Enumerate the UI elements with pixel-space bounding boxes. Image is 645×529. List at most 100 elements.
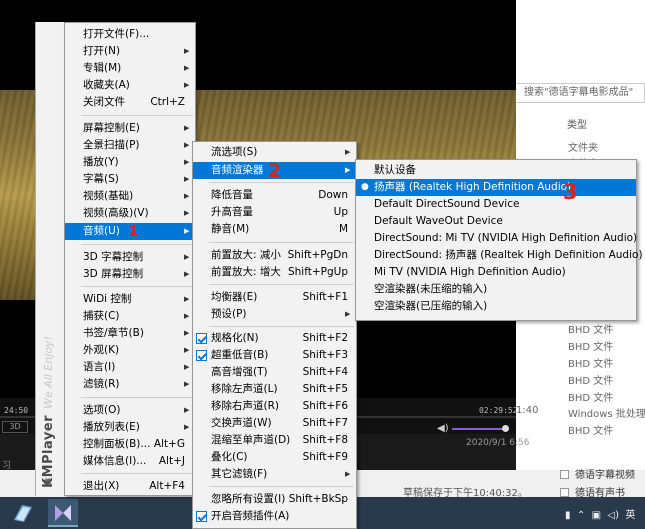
- menu-item-shortcut: Shift+F3: [302, 349, 348, 361]
- volume-icon[interactable]: ◀): [437, 423, 449, 434]
- menu-item-widi-control[interactable]: WiDi 控制 ▶: [65, 291, 195, 308]
- renderer-item-default-directsound[interactable]: Default DirectSound Device: [356, 196, 636, 213]
- menu-item-close-file[interactable]: 关闭文件 Ctrl+Z: [65, 94, 195, 111]
- menu-separator: [209, 284, 354, 285]
- menu-item-shortcut: M: [338, 223, 348, 235]
- menu-item-options[interactable]: 选项(O) ▶: [65, 402, 195, 419]
- menu-item-preamp-decrease[interactable]: 前置放大: 减小 Shift+PgDn: [193, 247, 356, 264]
- menu-item-normalize[interactable]: 规格化(N) Shift+F2: [193, 330, 356, 347]
- menu-item-language[interactable]: 语言(I) ▶: [65, 359, 195, 376]
- menu-item-3d-screen-control[interactable]: 3D 屏幕控制 ▶: [65, 266, 195, 283]
- submenu-arrow-icon: ▶: [184, 406, 190, 414]
- system-tray[interactable]: ▮ ⌃ ▣ ◁) 英: [565, 506, 635, 521]
- checkmark-icon: [196, 511, 207, 522]
- menu-item-video-basic[interactable]: 视频(基础) ▶: [65, 188, 195, 205]
- menu-item-filters[interactable]: 滤镜(R) ▶: [65, 376, 195, 393]
- menu-item-bookmarks[interactable]: 书签/章节(B) ▶: [65, 325, 195, 342]
- menu-item-bass-boost[interactable]: 超重低音(B) Shift+F3: [193, 347, 356, 364]
- menu-item-favorites[interactable]: 收藏夹(A) ▶: [65, 77, 195, 94]
- menu-item-stream-options[interactable]: 流选项(S) ▶: [193, 144, 356, 161]
- menu-item-label: 书签/章节(B): [83, 327, 144, 339]
- menu-item-subtitles[interactable]: 字幕(S) ▶: [65, 171, 195, 188]
- menu-item-shortcut: Ctrl+Z: [150, 96, 185, 108]
- menu-item-enable-audio-plugin[interactable]: 开启音频插件(A): [193, 508, 356, 525]
- menu-item-skin[interactable]: 外观(K) ▶: [65, 342, 195, 359]
- explorer-check-row[interactable]: 德语字幕视频: [560, 466, 635, 481]
- renderer-item-default-waveout[interactable]: Default WaveOut Device: [356, 213, 636, 230]
- menu-item-mute[interactable]: 静音(M) M: [193, 221, 356, 238]
- submenu-arrow-icon: ▶: [184, 124, 190, 132]
- volume-slider-knob[interactable]: [502, 425, 509, 432]
- menu-item-equalizer[interactable]: 均衡器(E) Shift+F1: [193, 289, 356, 306]
- menu-item-volume-down[interactable]: 降低音量 Down: [193, 187, 356, 204]
- kmplayer-slogan: We All Enjoy!: [42, 336, 55, 409]
- menu-item-remove-right-channel[interactable]: 移除右声道(R) Shift+F6: [193, 398, 356, 415]
- menu-item-ignore-all-settings[interactable]: 忽略所有设置(I) Shift+BkSp: [193, 491, 356, 508]
- menu-item-shortcut: Shift+PgUp: [287, 266, 348, 278]
- menu-item-label: 升高音量: [211, 206, 253, 218]
- menu-item-downmix-mono[interactable]: 混缩至单声道(D) Shift+F8: [193, 432, 356, 449]
- submenu-arrow-icon: ▶: [184, 253, 190, 261]
- menu-item-label: 专辑(M): [83, 62, 122, 74]
- menu-item-label: 前置放大: 减小: [211, 249, 281, 261]
- explorer-check-label: 德语字幕视频: [575, 470, 635, 481]
- menu-item-screen-control[interactable]: 屏幕控制(E) ▶: [65, 120, 195, 137]
- menu-item-preset[interactable]: 预设(P) ▶: [193, 306, 356, 323]
- menu-item-label: 混缩至单声道(D): [211, 434, 291, 446]
- 3d-button[interactable]: 3D: [2, 421, 28, 433]
- menu-item-label: 规格化(N): [211, 332, 259, 344]
- menu-item-remove-left-channel[interactable]: 移除左声道(L) Shift+F5: [193, 381, 356, 398]
- submenu-arrow-icon: ▶: [184, 363, 190, 371]
- menu-item-control-panel[interactable]: 控制面板(B)... Alt+G: [65, 436, 195, 453]
- menu-item-playlist[interactable]: 播放列表(E) ▶: [65, 419, 195, 436]
- menu-item-open-file[interactable]: 打开文件(F)...: [65, 26, 195, 43]
- menu-separator: [81, 244, 193, 245]
- menu-item-capture[interactable]: 捕获(C) ▶: [65, 308, 195, 325]
- checkbox[interactable]: [560, 470, 569, 479]
- menu-item-pan-scan[interactable]: 全景扫描(P) ▶: [65, 137, 195, 154]
- background-text-fragment: 习: [2, 461, 12, 471]
- menu-item-playback[interactable]: 播放(Y) ▶: [65, 154, 195, 171]
- menu-item-preamp-increase[interactable]: 前置放大: 增大 Shift+PgUp: [193, 264, 356, 281]
- menu-item-video-advanced[interactable]: 视频(高级)(V) ▶: [65, 205, 195, 222]
- renderer-item-realtek-speakers[interactable]: ● 扬声器 (Realtek High Definition Audio): [356, 179, 636, 196]
- menu-separator: [81, 397, 193, 398]
- submenu-arrow-icon: ▶: [184, 423, 190, 431]
- explorer-row-type: BHD 文件: [568, 393, 614, 404]
- renderer-item-default-device[interactable]: 默认设备: [356, 162, 636, 179]
- submenu-arrow-icon: ▶: [184, 295, 190, 303]
- explorer-search-input[interactable]: 搜索"德语字幕电影成品": [516, 83, 645, 103]
- menu-item-shortcut: Shift+BkSp: [288, 493, 348, 505]
- renderer-item-null-uncompressed[interactable]: 空渲染器(未压缩的输入): [356, 281, 636, 298]
- menu-item-label: Mi TV (NVIDIA High Definition Audio): [374, 266, 566, 278]
- menu-item-3d-subtitle-control[interactable]: 3D 字幕控制 ▶: [65, 249, 195, 266]
- renderer-item-null-compressed[interactable]: 空渲染器(已压缩的输入): [356, 298, 636, 315]
- kmplayer-banner-text: KMPlayerWe All Enjoy!: [41, 336, 56, 488]
- renderer-item-directsound-realtek[interactable]: DirectSound: 扬声器 (Realtek High Definitio…: [356, 247, 643, 264]
- menu-item-exit[interactable]: 退出(X) Alt+F4: [65, 478, 195, 495]
- menu-item-shortcut: Alt+J: [158, 455, 185, 467]
- menu-item-media-info[interactable]: 媒体信息(I)... Alt+J: [65, 453, 195, 470]
- menu-item-label: 超重低音(B): [211, 349, 269, 361]
- menu-item-treble-boost[interactable]: 高音增强(T) Shift+F4: [193, 364, 356, 381]
- menu-item-shortcut: Down: [318, 189, 348, 201]
- volume-slider[interactable]: [452, 428, 506, 430]
- column-header-type[interactable]: 类型: [567, 116, 587, 131]
- menu-item-other-filters[interactable]: 其它滤镜(F) ▶: [193, 466, 356, 483]
- app-icon-kmplayer[interactable]: [48, 499, 78, 527]
- explorer-row-type: BHD 文件: [568, 325, 614, 336]
- menu-item-label: 静音(M): [211, 223, 250, 235]
- renderer-item-directsound-mitv[interactable]: DirectSound: Mi TV (NVIDIA High Definiti…: [356, 230, 637, 247]
- menu-item-crossfade[interactable]: 叠化(C) Shift+F9: [193, 449, 356, 466]
- explorer-row-type: 文件夹: [568, 143, 598, 154]
- app-icon-notepad[interactable]: [10, 502, 36, 524]
- explorer-row-type: BHD 文件: [568, 342, 614, 353]
- menu-item-label: 移除右声道(R): [211, 400, 279, 412]
- checkbox[interactable]: [560, 488, 569, 497]
- menu-item-label: 媒体信息(I)...: [83, 455, 147, 467]
- menu-item-open[interactable]: 打开(N) ▶: [65, 43, 195, 60]
- menu-item-album[interactable]: 专辑(M) ▶: [65, 60, 195, 77]
- renderer-item-mitv[interactable]: Mi TV (NVIDIA High Definition Audio): [356, 264, 636, 281]
- menu-item-swap-channels[interactable]: 交换声道(W) Shift+F7: [193, 415, 356, 432]
- menu-item-volume-up[interactable]: 升高音量 Up: [193, 204, 356, 221]
